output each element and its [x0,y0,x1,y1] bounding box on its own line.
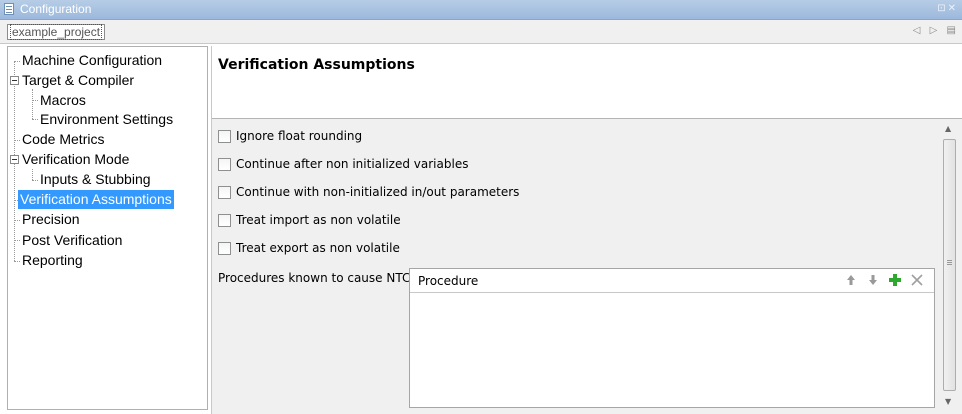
treat-import-non-volatile-checkbox[interactable] [218,214,231,227]
option-label: Ignore float rounding [236,129,363,143]
tree-item-code-metrics[interactable]: Code Metrics [20,130,106,149]
project-selector[interactable]: example_project [7,24,106,40]
tree-item-verification-assumptions[interactable]: Verification Assumptions [18,190,174,209]
move-down-icon[interactable] [866,273,880,287]
vertical-scrollbar[interactable]: ▲ ▼ [941,119,958,411]
move-up-icon[interactable] [844,273,858,287]
tree-item-post-verification[interactable]: Post Verification [20,231,124,250]
remove-icon[interactable] [910,273,924,287]
option-label: Treat import as non volatile [236,213,401,227]
procedures-table[interactable]: Procedure [409,268,935,408]
window-title: Configuration [20,2,92,16]
tree-connector [32,169,33,180]
option-label: Continue with non-initialized in/out par… [236,185,520,199]
project-name: example_project [10,24,103,40]
option-label: Treat export as non volatile [236,241,400,255]
ntc-procedures-label: Procedures known to cause NTC [218,271,411,285]
procedure-column-header: Procedure [418,274,479,288]
tree-item-inputs-stubbing[interactable]: Inputs & Stubbing [38,170,153,189]
tree-item-reporting[interactable]: Reporting [20,251,85,270]
panel-header: Verification Assumptions [212,46,962,119]
scroll-down-icon[interactable]: ▼ [945,397,951,406]
tree-item-target-compiler[interactable]: Target & Compiler [20,71,136,90]
tree-item-macros[interactable]: Macros [38,91,88,110]
window-controls[interactable]: ⊡✕ [937,3,958,14]
continue-non-initialized-variables-checkbox[interactable] [218,158,231,171]
tree-item-verification-mode[interactable]: Verification Mode [20,150,131,169]
options-area: Ignore float rounding Continue after non… [212,119,962,414]
document-icon [4,3,14,15]
scroll-up-icon[interactable]: ▲ [945,124,951,133]
tree-item-precision[interactable]: Precision [20,210,82,229]
tree-item-machine-configuration[interactable]: Machine Configuration [20,51,164,70]
tree-connector [32,89,33,119]
page-title: Verification Assumptions [218,57,415,73]
project-bar: example_project ◁ ▷ ▤ [0,20,962,44]
project-navigation: ◁ ▷ ▤ [907,25,956,36]
add-icon[interactable] [888,273,902,287]
grip-icon [947,260,952,261]
tree-item-environment-settings[interactable]: Environment Settings [38,110,175,129]
window-titlebar: Configuration ⊡✕ [0,0,962,20]
settings-panel: Verification Assumptions Ignore float ro… [211,46,962,414]
ignore-float-rounding-checkbox[interactable] [218,130,231,143]
scrollbar-thumb[interactable] [943,139,956,391]
nav-next-icon[interactable]: ▷ [930,25,938,36]
collapse-toggle-icon[interactable] [10,76,19,85]
option-label: Continue after non initialized variables [236,157,469,171]
procedures-table-header: Procedure [410,269,934,293]
continue-non-initialized-inout-checkbox[interactable] [218,186,231,199]
treat-export-non-volatile-checkbox[interactable] [218,242,231,255]
collapse-toggle-icon[interactable] [10,155,19,164]
nav-list-icon[interactable]: ▤ [947,25,956,36]
configuration-tree: Machine Configuration Target & Compiler … [7,46,208,410]
nav-previous-icon[interactable]: ◁ [913,25,921,36]
